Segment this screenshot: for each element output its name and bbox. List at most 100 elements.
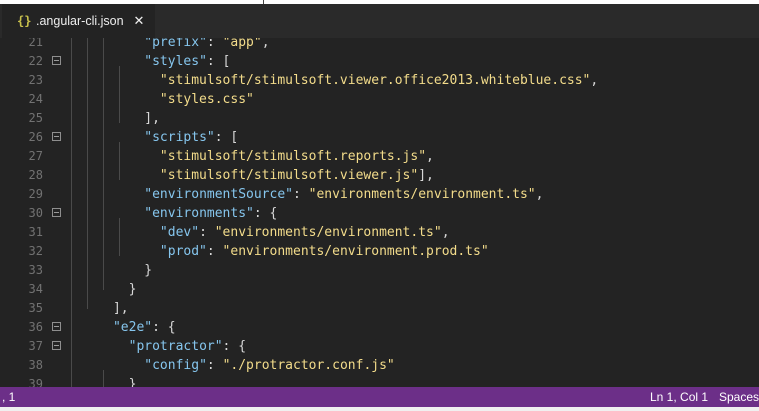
json-string: "./protractor.conf.js" — [222, 358, 395, 373]
code-text: "environmentSource": "environments/envir… — [66, 185, 543, 204]
code-punctuation: : — [206, 38, 223, 50]
json-string: "stimulsoft/stimulsoft.viewer.office2013… — [159, 73, 591, 88]
fold-collapse-icon[interactable] — [52, 56, 61, 65]
close-icon[interactable]: ✕ — [134, 14, 145, 29]
json-key: "styles" — [144, 54, 207, 69]
line-number: 34 — [28, 282, 43, 296]
code-line[interactable]: 35 ], — [0, 299, 759, 318]
code-punctuation — [66, 54, 144, 69]
json-string: "environments/environment.ts" — [214, 225, 442, 240]
code-punctuation: : [ — [206, 54, 231, 69]
code-line[interactable]: 34 } — [0, 280, 759, 299]
line-number: 33 — [28, 263, 43, 277]
tab-bar: {} .angular-cli.json ✕ — [0, 4, 759, 38]
code-line[interactable]: 30 "environments": { — [0, 204, 759, 223]
code-line[interactable]: 23 "stimulsoft/stimulsoft.viewer.office2… — [0, 71, 759, 90]
line-number: 21 — [28, 38, 43, 49]
code-punctuation — [66, 92, 160, 107]
code-text: "dev": "environments/environment.ts", — [66, 223, 450, 242]
code-punctuation: } — [66, 263, 153, 278]
code-punctuation — [66, 187, 144, 202]
code-punctuation — [66, 244, 160, 259]
code-punctuation: : [ — [214, 130, 239, 145]
code-punctuation: } — [66, 282, 137, 297]
code-line[interactable]: 27 "stimulsoft/stimulsoft.reports.js", — [0, 147, 759, 166]
json-key: "prod" — [159, 244, 207, 259]
json-string: "stimulsoft/stimulsoft.reports.js" — [159, 149, 427, 164]
json-key: "environments" — [144, 206, 254, 221]
code-punctuation — [66, 358, 144, 373]
line-number: 26 — [28, 130, 43, 144]
code-punctuation: : — [293, 187, 309, 202]
code-punctuation: ], — [66, 301, 129, 316]
code-punctuation: , — [441, 225, 450, 240]
fold-collapse-icon[interactable] — [52, 132, 61, 141]
json-string: "environments/environment.prod.ts" — [222, 244, 489, 259]
line-number: 29 — [28, 187, 43, 201]
code-text: "stimulsoft/stimulsoft.viewer.js"], — [66, 166, 434, 185]
tab-angular-cli-json[interactable]: {} .angular-cli.json ✕ — [2, 4, 155, 38]
code-text: "config": "./protractor.conf.js" — [66, 356, 395, 375]
code-punctuation — [66, 73, 160, 88]
code-editor[interactable]: 21 "prefix": "app", 22 "styles": [23 "sti… — [0, 38, 759, 387]
code-text: } — [66, 375, 137, 387]
code-text: ], — [66, 299, 129, 318]
code-punctuation: : — [199, 225, 215, 240]
code-text: "stimulsoft/stimulsoft.reports.js", — [66, 147, 434, 166]
fold-collapse-icon[interactable] — [52, 208, 61, 217]
code-punctuation: , — [590, 73, 599, 88]
code-line[interactable]: 28 "stimulsoft/stimulsoft.viewer.js"], — [0, 166, 759, 185]
code-punctuation: : { — [222, 339, 247, 354]
code-punctuation — [66, 149, 160, 164]
line-number: 30 — [28, 206, 43, 220]
json-key: "environmentSource" — [144, 187, 293, 202]
code-line[interactable]: 38 "config": "./protractor.conf.js" — [0, 356, 759, 375]
code-punctuation — [66, 339, 129, 354]
code-line[interactable]: 21 "prefix": "app", — [0, 38, 759, 52]
json-key: "prefix" — [144, 38, 207, 50]
line-number: 28 — [28, 168, 43, 182]
code-line[interactable]: 25 ], — [0, 109, 759, 128]
line-number: 36 — [28, 320, 43, 334]
fold-collapse-icon[interactable] — [52, 341, 61, 350]
line-number: 27 — [28, 149, 43, 163]
code-line[interactable]: 36 "e2e": { — [0, 318, 759, 337]
cursor-position[interactable]: Ln 1, Col 1 — [650, 387, 708, 407]
code-text: "styles.css" — [66, 90, 254, 109]
line-number: 39 — [28, 377, 43, 387]
code-line[interactable]: 31 "dev": "environments/environment.ts", — [0, 223, 759, 242]
code-line[interactable]: 33 } — [0, 261, 759, 280]
code-line[interactable]: 32 "prod": "environments/environment.pro… — [0, 242, 759, 261]
fold-collapse-icon[interactable] — [52, 322, 61, 331]
code-punctuation: , — [261, 38, 270, 50]
code-text: "e2e": { — [66, 318, 176, 337]
json-file-icon: {} — [17, 14, 32, 28]
indentation-spaces[interactable]: Spaces: — [719, 387, 759, 407]
code-text: "environments": { — [66, 204, 277, 223]
json-key: "scripts" — [144, 130, 215, 145]
code-punctuation: ], — [66, 111, 160, 126]
code-text: "prod": "environments/environment.prod.t… — [66, 242, 489, 261]
code-line[interactable]: 26 "scripts": [ — [0, 128, 759, 147]
line-number: 24 — [28, 92, 43, 106]
code-punctuation — [66, 320, 113, 335]
json-key: "protractor" — [128, 339, 223, 354]
code-line[interactable]: 29 "environmentSource": "environments/en… — [0, 185, 759, 204]
code-punctuation: , — [426, 149, 434, 164]
code-punctuation: : { — [152, 320, 176, 335]
code-punctuation: : { — [253, 206, 278, 221]
tab-label: .angular-cli.json — [36, 14, 124, 28]
code-line[interactable]: 39 } — [0, 375, 759, 387]
code-line[interactable]: 22 "styles": [ — [0, 52, 759, 71]
code-punctuation: : — [206, 244, 223, 259]
code-text: "protractor": { — [66, 337, 246, 356]
code-punctuation: : — [206, 358, 223, 373]
code-line[interactable]: 24 "styles.css" — [0, 90, 759, 109]
code-text: "stimulsoft/stimulsoft.viewer.office2013… — [66, 71, 598, 90]
code-line[interactable]: 37 "protractor": { — [0, 337, 759, 356]
json-string: "styles.css" — [159, 92, 254, 107]
json-key: "e2e" — [112, 320, 153, 335]
code-text: } — [66, 280, 137, 299]
line-number: 35 — [28, 301, 43, 315]
line-number: 23 — [28, 73, 43, 87]
